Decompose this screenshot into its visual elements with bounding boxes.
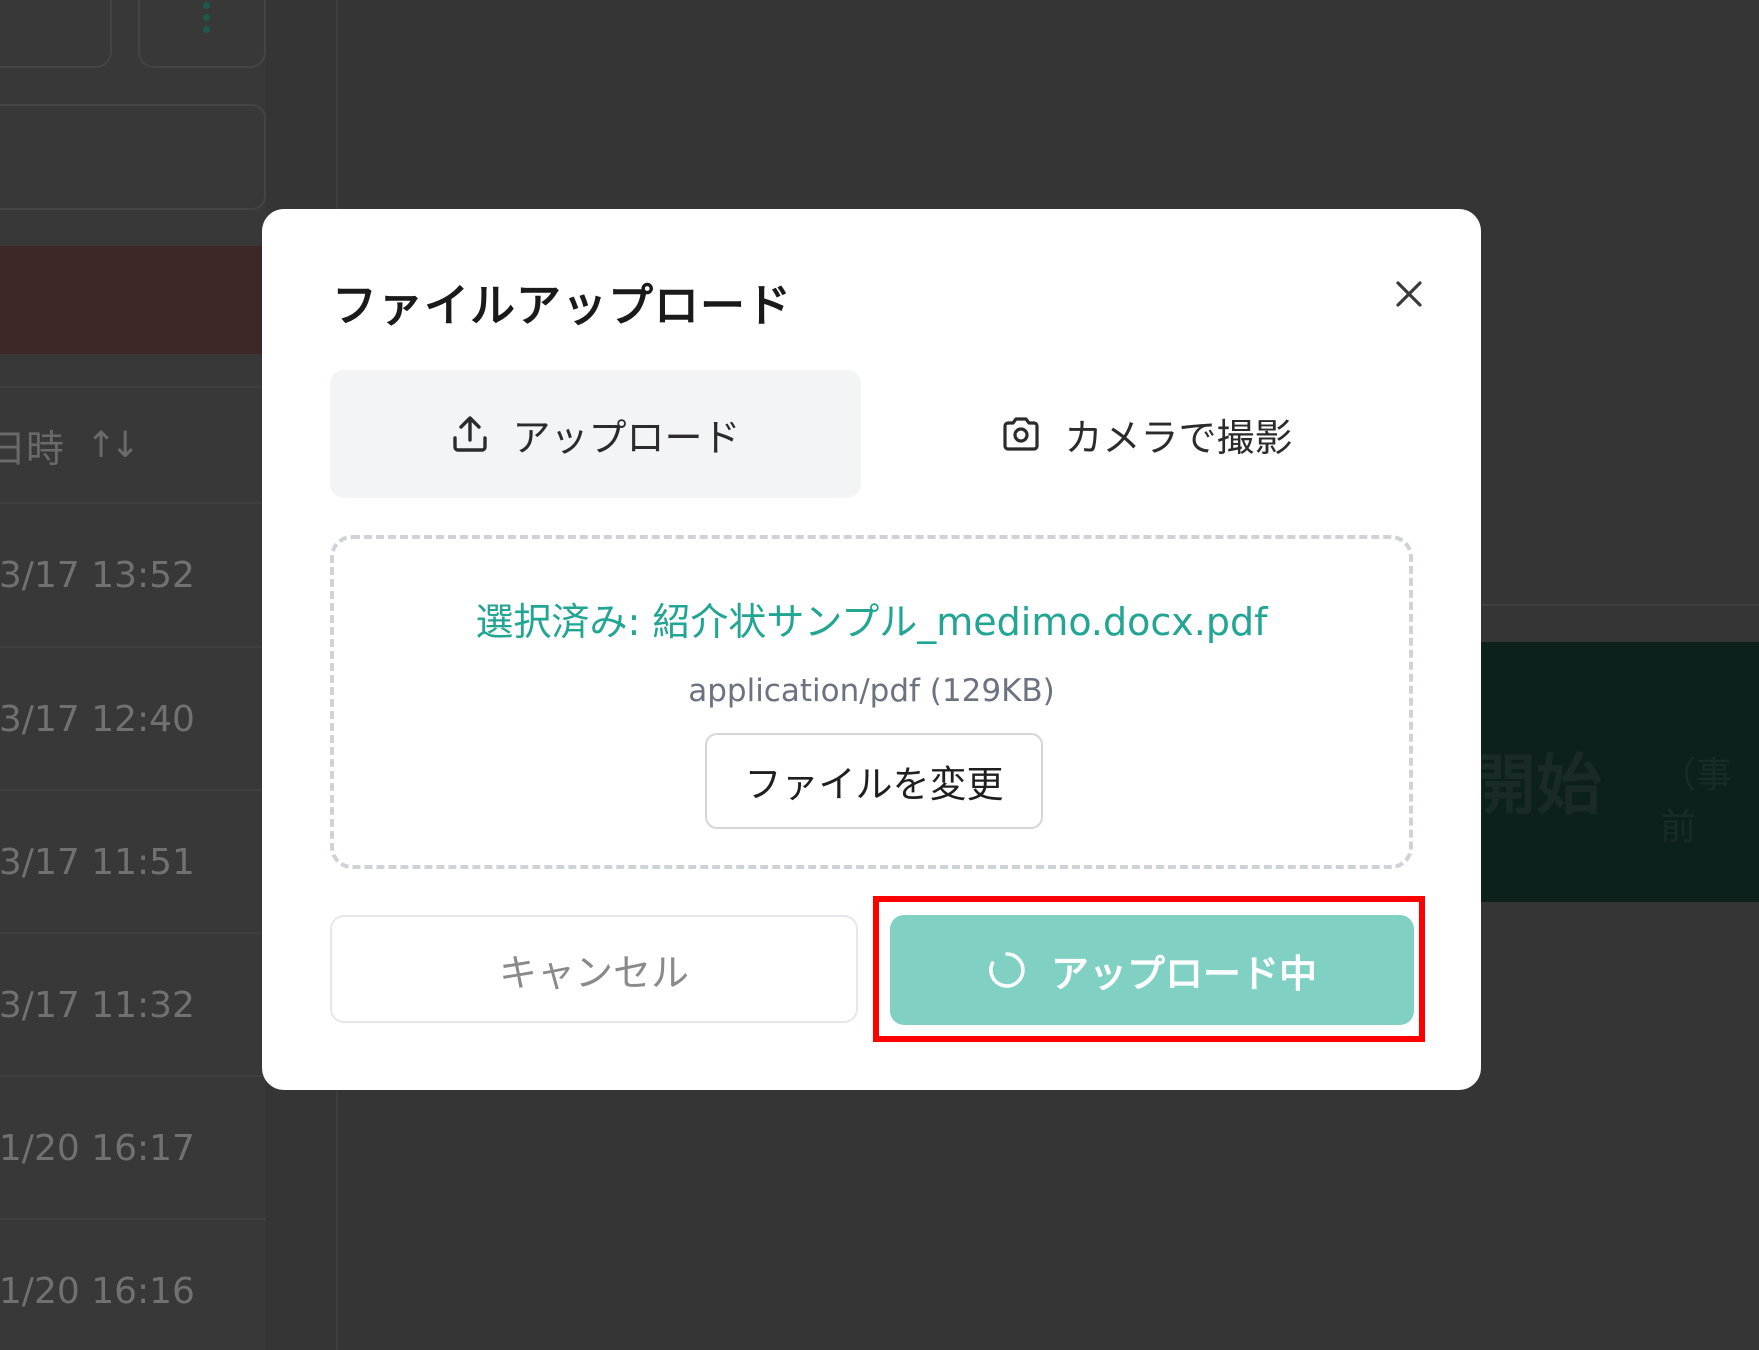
file-upload-dialog: ファイルアップロード アップロード カメラで撮影 選択済み: 紹介状サンプル_m… — [262, 209, 1481, 1090]
upload-submit-label: アップロード中 — [1050, 951, 1317, 996]
spinner-icon — [989, 952, 1025, 988]
upload-method-tabs: アップロード カメラで撮影 — [330, 370, 1412, 498]
table-header-label: 日時 — [0, 426, 65, 471]
more-vertical-icon — [202, 2, 210, 33]
close-icon — [1396, 281, 1422, 307]
background-more-button — [138, 0, 266, 68]
background-button — [0, 0, 112, 68]
cancel-button[interactable]: キャンセル — [330, 915, 858, 1023]
file-meta: application/pdf (129KB) — [688, 673, 1055, 709]
background-row-divider — [0, 789, 266, 791]
background-row-divider — [0, 1218, 266, 1220]
sort-arrows-icon: ↑↓ — [86, 424, 140, 466]
background-timestamp: 01/20 16:16 — [0, 1270, 195, 1312]
camera-icon — [1003, 417, 1040, 451]
background-table-header: 日時 ↑↓ — [0, 420, 140, 471]
background-timestamp: 03/17 11:51 — [0, 841, 195, 883]
background-search-box — [0, 104, 266, 210]
tab-upload-label: アップロード — [512, 415, 741, 460]
upload-icon — [453, 416, 488, 452]
tab-upload[interactable]: アップロード — [330, 370, 861, 498]
background-timestamp: 03/17 11:32 — [0, 984, 195, 1026]
background-row-divider — [0, 646, 266, 648]
background-timestamp: 03/17 13:52 — [0, 554, 195, 596]
background-row-divider — [0, 502, 266, 504]
selected-file-name: 選択済み: 紹介状サンプル_medimo.docx.pdf — [475, 600, 1268, 644]
upload-submit-button[interactable]: アップロード中 — [890, 915, 1414, 1025]
background-timestamp: 01/20 16:17 — [0, 1127, 195, 1169]
banner-text: 開始 — [1470, 747, 1602, 824]
file-dropzone[interactable]: 選択済み: 紹介状サンプル_medimo.docx.pdf applicatio… — [330, 535, 1413, 869]
close-button[interactable] — [1384, 269, 1434, 319]
background-row-divider — [0, 386, 266, 388]
background-row-divider — [0, 1075, 266, 1077]
page: 日時 ↑↓ 03/17 13:52 03/17 12:40 03/17 11:5… — [0, 0, 1759, 1350]
tab-camera[interactable]: カメラで撮影 — [881, 370, 1412, 498]
background-alert-row — [0, 246, 266, 354]
change-file-button[interactable]: ファイルを変更 — [705, 733, 1043, 829]
background-row-divider — [0, 932, 266, 934]
tab-camera-label: カメラで撮影 — [1064, 415, 1293, 460]
background-timestamp: 03/17 12:40 — [0, 698, 195, 740]
banner-subtext: （事前 — [1660, 755, 1733, 848]
dialog-title: ファイルアップロード — [332, 279, 793, 332]
